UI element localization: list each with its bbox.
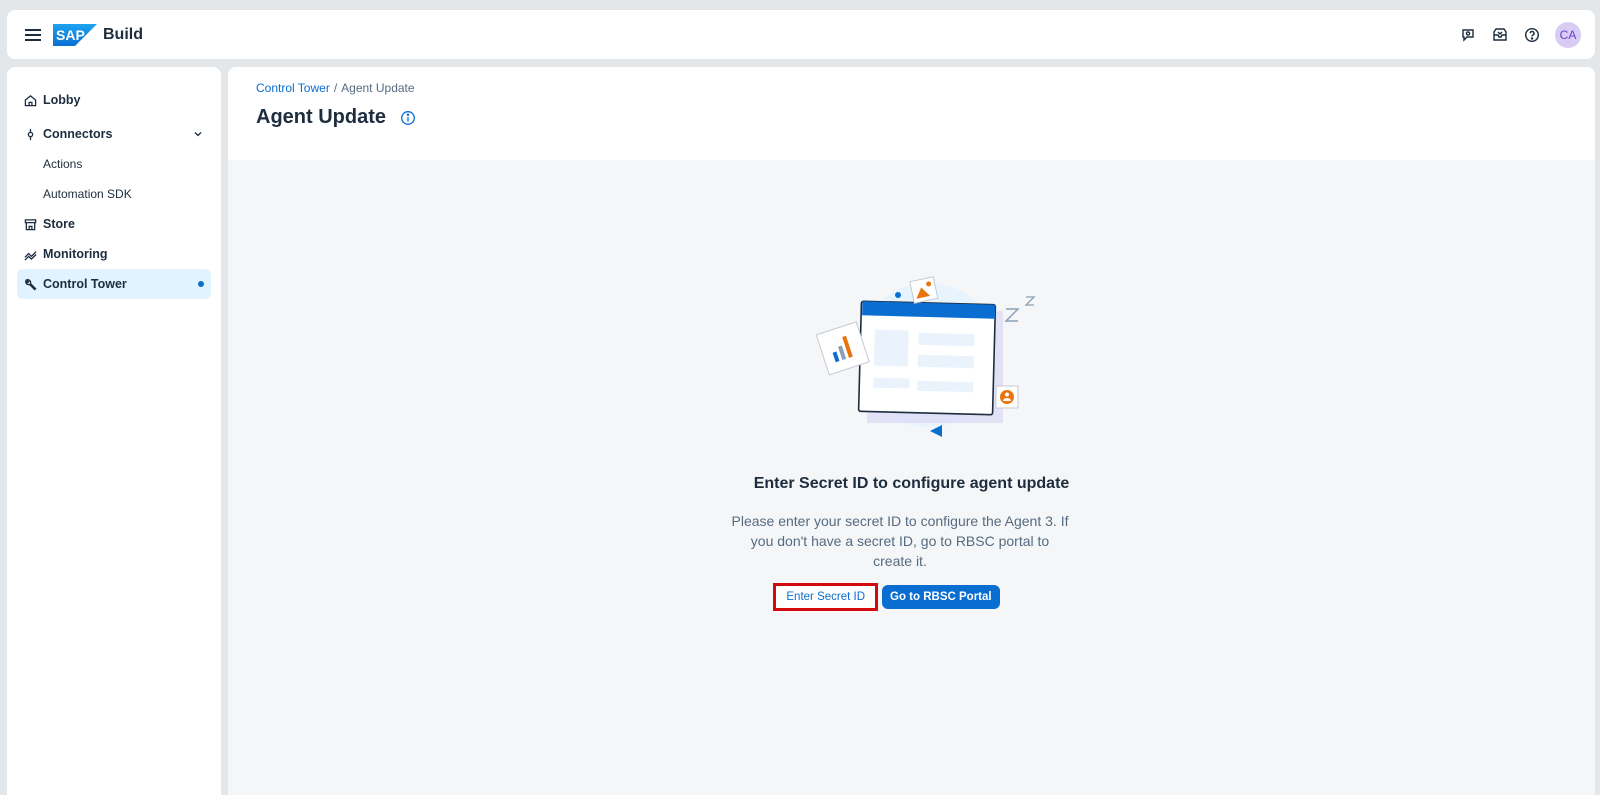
breadcrumb-link-control-tower[interactable]: Control Tower [256, 81, 330, 95]
empty-state-actions: Enter Secret ID Go to RBSC Portal [228, 583, 1595, 611]
monitoring-icon [23, 247, 37, 261]
go-to-rbsc-portal-button[interactable]: Go to RBSC Portal [882, 585, 1000, 609]
chevron-down-icon[interactable] [193, 128, 203, 142]
wrench-icon [23, 277, 37, 291]
connector-icon [23, 127, 37, 141]
sap-logo[interactable]: SAP [53, 23, 97, 46]
sidebar-item-actions[interactable]: Actions [7, 149, 221, 179]
empty-state-message: Please enter your secret ID to configure… [731, 513, 1069, 569]
sidebar-item-label: Control Tower [43, 277, 127, 291]
active-indicator [198, 281, 204, 287]
avatar[interactable]: CA [1555, 21, 1581, 48]
page-header: Control Tower / Agent Update Agent Updat… [228, 67, 1595, 160]
product-name: Build [103, 25, 143, 43]
sidebar-item-control-tower[interactable]: Control Tower [17, 269, 211, 299]
main-content: Control Tower / Agent Update Agent Updat… [228, 67, 1595, 795]
breadcrumb-separator: / [333, 81, 338, 95]
inbox-icon[interactable] [1489, 24, 1511, 46]
svg-text:SAP: SAP [56, 27, 85, 43]
store-icon [23, 217, 37, 231]
side-navigation: Lobby Connectors Actions Automation SDK … [7, 67, 221, 795]
breadcrumb-current: Agent Update [341, 81, 415, 95]
shell-bar: SAP Build CA [7, 10, 1595, 59]
sidebar-item-label: Store [43, 217, 75, 231]
sidebar-item-label: Connectors [43, 127, 113, 141]
sidebar-item-store[interactable]: Store [17, 209, 211, 239]
page-title: Agent Update [256, 106, 386, 128]
home-icon [23, 93, 37, 107]
sidebar-item-automation-sdk[interactable]: Automation SDK [7, 179, 221, 209]
sidebar-item-connectors[interactable]: Connectors [17, 119, 211, 149]
help-icon[interactable] [1521, 24, 1543, 46]
info-icon[interactable] [400, 110, 416, 126]
sidebar-item-lobby[interactable]: Lobby [17, 85, 211, 115]
empty-state-illustration [815, 276, 1036, 437]
breadcrumb: Control Tower / Agent Update [256, 81, 1595, 95]
sidebar-item-monitoring[interactable]: Monitoring [17, 239, 211, 269]
sidebar-item-label: Monitoring [43, 247, 108, 261]
menu-icon[interactable] [23, 25, 43, 45]
empty-state-title: Enter Secret ID to configure agent updat… [753, 475, 1070, 492]
chat-icon[interactable] [1457, 24, 1479, 46]
enter-secret-id-button[interactable]: Enter Secret ID [773, 583, 879, 611]
sidebar-item-label: Lobby [43, 93, 81, 107]
